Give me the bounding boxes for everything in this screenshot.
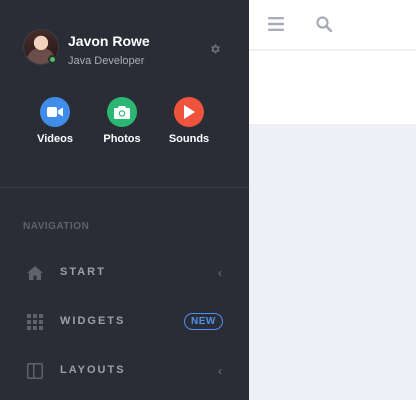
videos-button[interactable]: Videos [25,97,85,145]
user-role: Java Developer [68,55,145,67]
photos-label: Photos [103,133,141,145]
sidebar-item-label: LAYOUTS [60,364,126,376]
sidebar-divider [0,187,249,188]
main-content [249,124,416,400]
chevron-left-icon: ‹ [218,364,222,378]
nav-heading: NAVIGATION [23,221,90,232]
sidebar-item-widgets[interactable]: WIDGETS NEW [0,302,249,342]
videos-label: Videos [37,133,73,145]
top-bar [249,0,416,50]
videos-circle [40,97,70,127]
menu-icon[interactable] [268,17,284,31]
home-icon [27,266,43,280]
chevron-left-icon: ‹ [218,266,222,280]
photos-circle [107,97,137,127]
sounds-label: Sounds [168,133,210,145]
camera-icon [114,105,130,119]
sidebar-item-start[interactable]: START ‹ [0,253,249,293]
new-badge: NEW [184,313,223,330]
search-icon[interactable] [316,16,332,32]
profile-section: Javon Rowe Java Developer Videos Photos … [0,0,249,187]
play-icon [184,105,195,119]
sidebar-item-layouts[interactable]: LAYOUTS ‹ [0,351,249,391]
user-name[interactable]: Javon Rowe [68,33,150,49]
app: Javon Rowe Java Developer Videos Photos … [0,0,416,400]
sounds-button[interactable]: Sounds [159,97,219,145]
grid-icon [27,314,43,330]
page-header-panel [249,51,416,124]
sidebar: Javon Rowe Java Developer Videos Photos … [0,0,249,400]
photos-button[interactable]: Photos [92,97,152,145]
sounds-circle [174,97,204,127]
gear-icon[interactable] [209,43,221,55]
layout-icon [27,363,43,379]
video-camera-icon [47,107,63,117]
online-status-indicator [48,55,57,64]
sidebar-item-label: WIDGETS [60,315,126,327]
sidebar-item-label: START [60,266,106,278]
